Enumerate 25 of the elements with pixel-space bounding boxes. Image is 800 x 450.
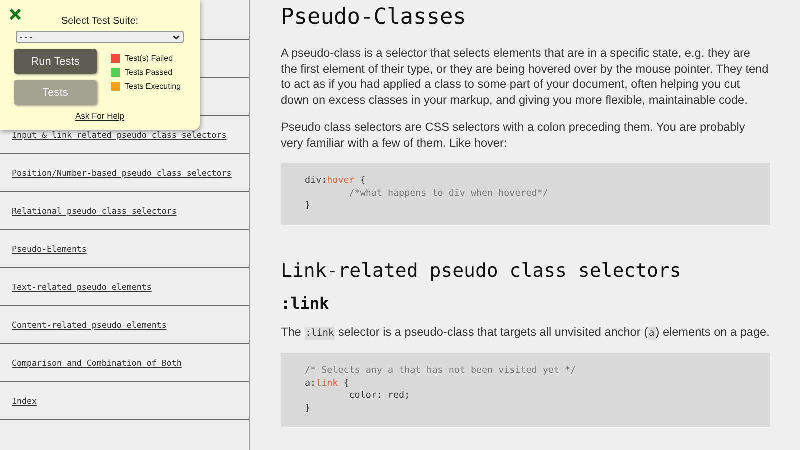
- close-icon[interactable]: [9, 8, 22, 21]
- sidebar-link[interactable]: Content-related pseudo elements: [12, 320, 167, 330]
- help-link[interactable]: Ask For Help: [75, 111, 125, 121]
- legend-label: Tests Passed: [125, 68, 173, 77]
- sidebar-link[interactable]: Relational pseudo class selectors: [12, 206, 177, 216]
- caret-icon: [173, 34, 180, 40]
- sidebar-link[interactable]: Text-related pseudo elements: [12, 282, 152, 292]
- paragraph: The :link selector is a pseudo-class that targets all unvisited anchor (a) elements on a page.: [281, 324, 770, 341]
- section-heading: Link-related pseudo class selectors: [281, 258, 682, 282]
- page-heading: Pseudo-Classes: [281, 4, 468, 32]
- legend-label: Tests Executing: [125, 82, 182, 91]
- panel-title: Select Test Suite:: [61, 16, 139, 27]
- sidebar-link[interactable]: Index: [12, 396, 37, 406]
- sidebar-link[interactable]: Position/Number-based pseudo class selectors: [12, 168, 232, 178]
- code-block: div:hover { /*what happens to div when hovered*/ }: [281, 163, 770, 224]
- suite-select[interactable]: - - -: [16, 31, 184, 43]
- test-button[interactable]: Run Tests: [14, 49, 97, 74]
- legend-label: Test(s) Failed: [125, 54, 174, 63]
- sidebar-link[interactable]: Comparison and Combination of Both: [12, 358, 182, 368]
- subsection-heading: :link: [281, 292, 330, 314]
- sidebar-link[interactable]: Pseudo-Elements: [12, 244, 87, 254]
- sidebar-link[interactable]: Input & link related pseudo class selectors: [12, 130, 227, 140]
- code-block: /* Selects any a that has not been visited yet */ a:link { color: red; }: [281, 353, 770, 427]
- paragraph: A pseudo-class is a selector that selects elements that are in a specific state, e.g. they are the first element of their type, or they are being hovered over by the mouse pointer. They tend to act as if you had applied a class to some part of your document, often helping you cut down on excess classes in your markup, and giving you more flexible, maintainable code.: [281, 46, 770, 108]
- paragraph: Pseudo class selectors are CSS selectors with a colon preceding them. You are probably very familiar with a few of them. Like hover:: [281, 120, 746, 151]
